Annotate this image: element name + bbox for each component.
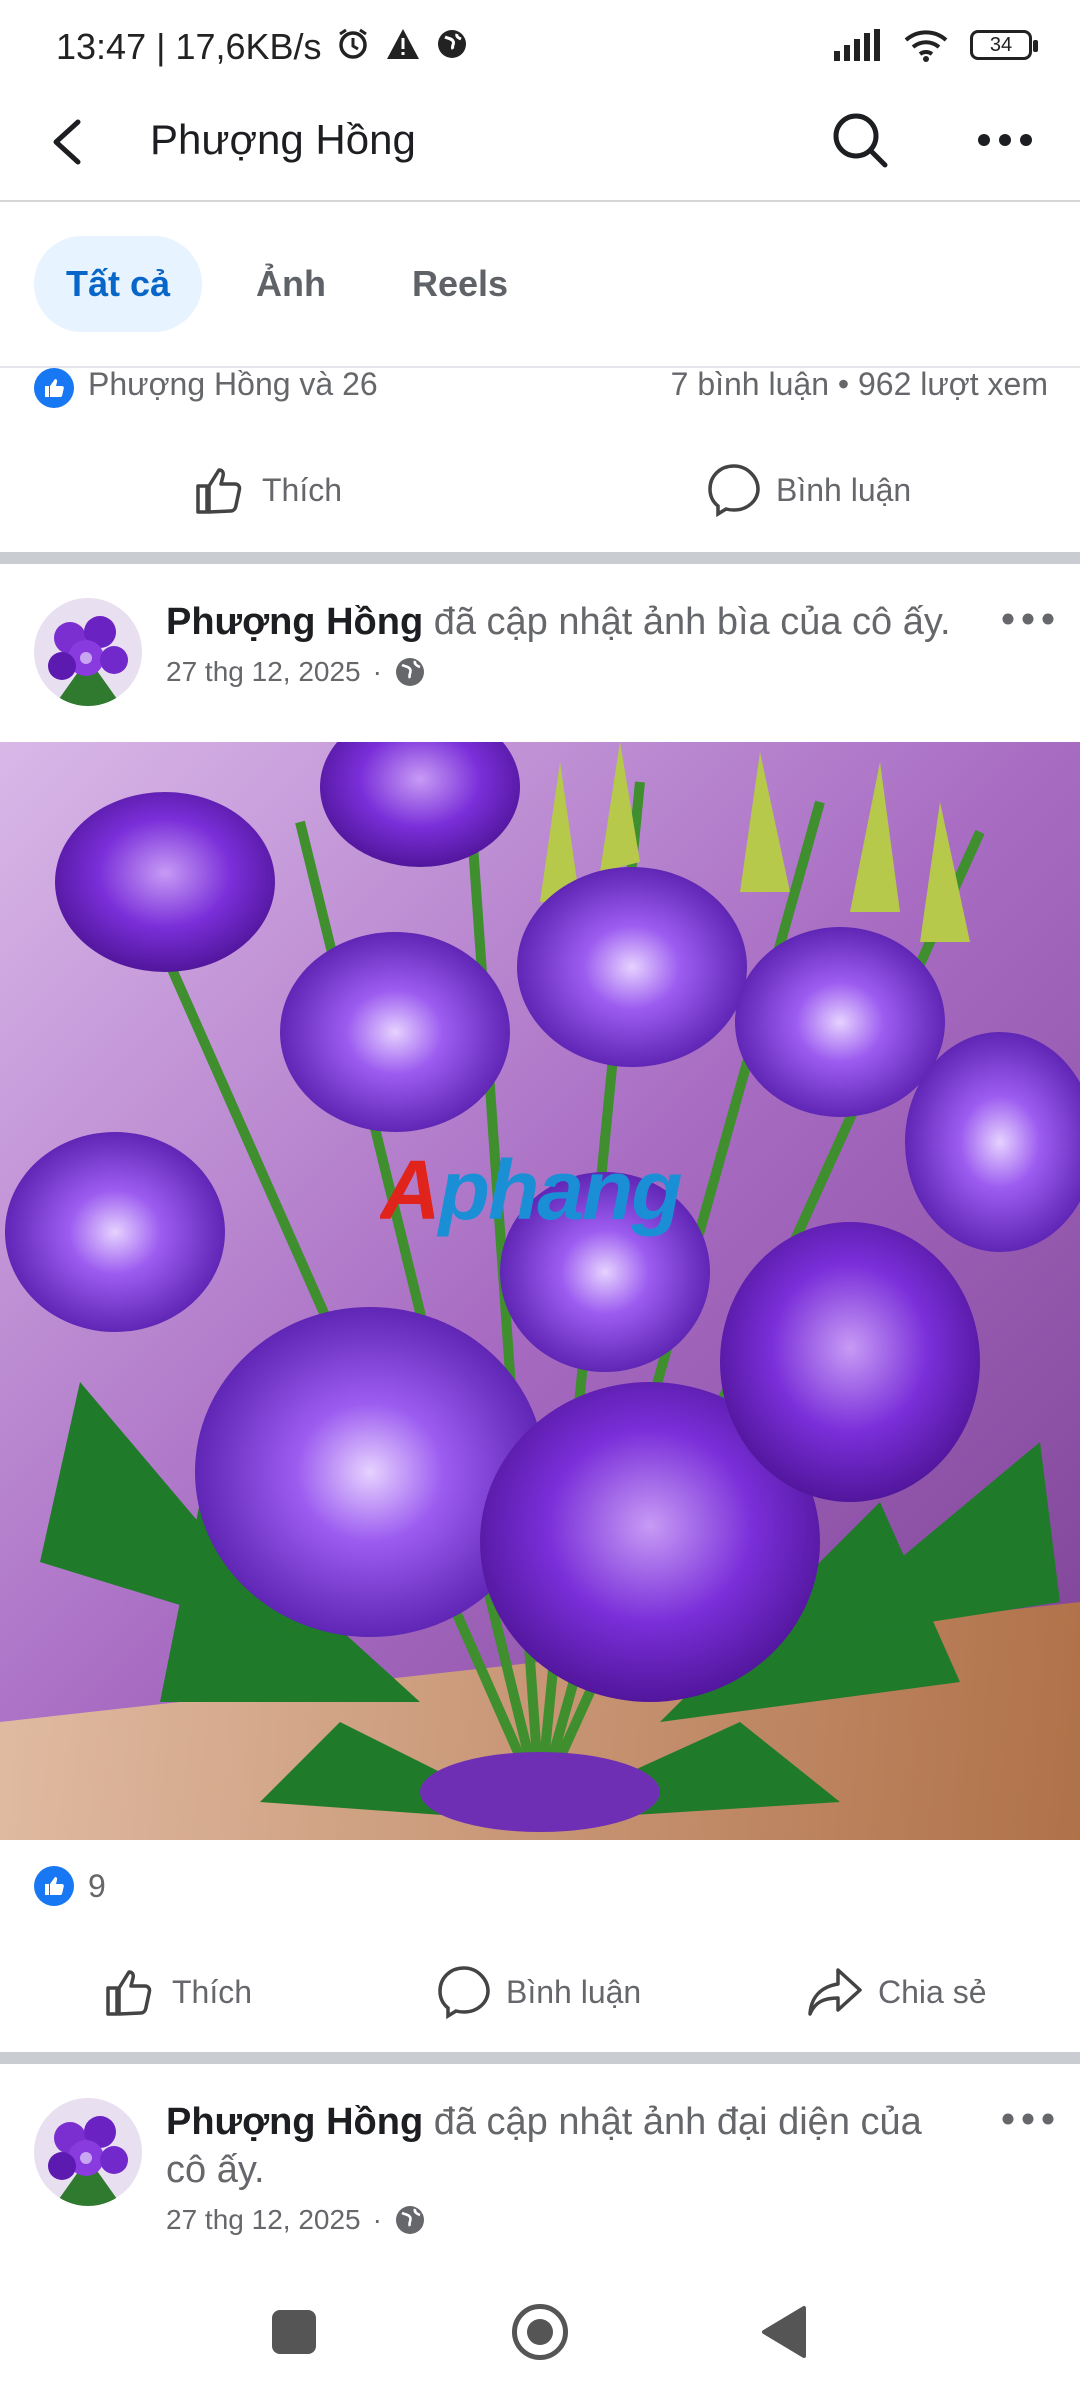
home-button[interactable] — [512, 2304, 568, 2360]
avatar[interactable] — [34, 2098, 142, 2206]
more-dots-icon — [1002, 2113, 1054, 2125]
system-nav-bar — [0, 2260, 1080, 2400]
post-author[interactable]: Phượng Hồng — [166, 2101, 423, 2143]
tab-photos[interactable]: Ảnh — [224, 236, 358, 332]
share-arrow-icon — [808, 1968, 862, 2016]
post-options-button[interactable] — [998, 2104, 1058, 2134]
like-count[interactable]: 9 — [88, 1868, 106, 1905]
post-date[interactable]: 27 thg 12, 2025 — [166, 656, 361, 688]
like-label: Thích — [172, 1973, 253, 2010]
globe-status-icon — [438, 30, 466, 58]
reactions-summary[interactable]: Phượng Hồng và 26 — [88, 366, 378, 403]
like-reaction-icon — [34, 1866, 74, 1906]
comment-bubble-icon — [708, 464, 760, 518]
back-button[interactable] — [40, 112, 100, 172]
comment-label: Bình luận — [776, 471, 912, 508]
comment-button[interactable]: Bình luận — [706, 462, 911, 518]
post-meta: 27 thg 12, 2025 · — [166, 2204, 426, 2236]
post-date[interactable]: 27 thg 12, 2025 — [166, 2204, 361, 2236]
comment-button[interactable]: Bình luận — [436, 1964, 641, 2020]
back-arrow-icon — [53, 119, 81, 165]
more-dots-icon — [1002, 613, 1054, 625]
post-separator — [0, 552, 1080, 564]
like-button[interactable]: Thích — [102, 1964, 252, 2020]
more-options-button[interactable] — [972, 110, 1038, 170]
post-author[interactable]: Phượng Hồng — [166, 601, 423, 643]
comment-label: Bình luận — [506, 1973, 642, 2010]
thumbs-up-icon — [106, 1970, 152, 2016]
search-button[interactable] — [828, 108, 892, 172]
warning-icon — [387, 29, 419, 59]
alarm-icon — [339, 28, 367, 59]
search-icon — [833, 113, 888, 168]
post-options-button[interactable] — [998, 604, 1058, 634]
recents-button[interactable] — [272, 2310, 316, 2354]
avatar[interactable] — [34, 598, 142, 706]
status-bar: 13:47 | 17,6KB/s 34 — [0, 0, 1080, 96]
post-stats[interactable]: 7 bình luận • 962 lượt xem — [671, 366, 1048, 403]
page-title: Phượng Hồng — [150, 116, 416, 163]
battery-indicator: 34 — [970, 30, 1038, 60]
post-action: đã cập nhật ảnh bìa của cô ấy. — [423, 601, 951, 643]
image-watermark: Aphang — [380, 1143, 683, 1237]
post-meta: 27 thg 12, 2025 · — [166, 656, 426, 688]
share-label: Chia sẻ — [878, 1973, 987, 2010]
post-separator — [0, 2052, 1080, 2064]
tab-reels[interactable]: Reels — [380, 236, 540, 332]
like-reaction-icon — [34, 368, 74, 408]
post-header-text: Phượng Hồng đã cập nhật ảnh bìa của cô ấ… — [166, 598, 986, 646]
more-dots-icon — [978, 134, 1032, 146]
public-globe-icon — [395, 2206, 424, 2234]
public-globe-icon — [395, 658, 424, 686]
like-label: Thích — [262, 471, 343, 508]
thumbs-up-icon — [196, 468, 242, 514]
comment-bubble-icon — [438, 1966, 490, 2020]
back-nav-button[interactable] — [760, 2304, 808, 2360]
status-time: 13:47 | 17,6KB/s — [56, 26, 322, 67]
tab-all[interactable]: Tất cả — [34, 236, 203, 332]
like-button[interactable]: Thích — [192, 462, 342, 518]
share-button[interactable]: Chia sẻ — [806, 1964, 987, 2020]
post-cover-image[interactable]: Aphang — [0, 742, 1080, 1840]
post-header-text: Phượng Hồng đã cập nhật ảnh đại diện của… — [166, 2098, 956, 2194]
signal-icon — [834, 29, 880, 61]
wifi-icon — [904, 30, 948, 62]
